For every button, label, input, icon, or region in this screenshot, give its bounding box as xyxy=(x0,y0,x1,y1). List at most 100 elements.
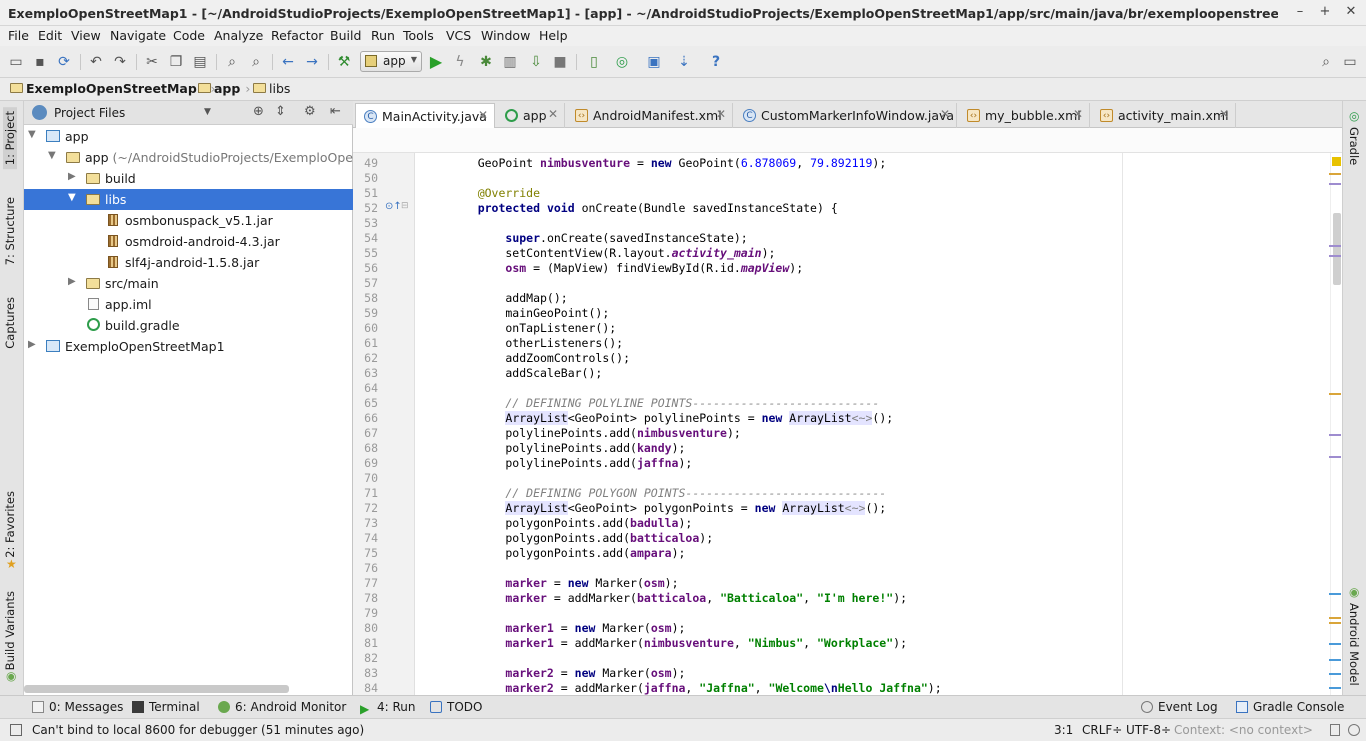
run-icon[interactable]: ▶ xyxy=(426,52,446,72)
menu-view[interactable]: View xyxy=(71,28,101,43)
code-line[interactable]: marker2 = addMarker(jaffna, "Jaffna", "W… xyxy=(450,681,941,695)
menu-file[interactable]: File xyxy=(8,28,29,43)
tool-tab-messages[interactable]: 0: Messages xyxy=(32,700,123,714)
project-view-mode[interactable]: Project Files xyxy=(54,106,125,120)
code-line[interactable]: ArrayList<GeoPoint> polylinePoints = new… xyxy=(450,411,893,425)
tree-item-jar[interactable]: osmbonuspack_v5.1.jar xyxy=(24,210,353,231)
help-icon[interactable]: ? xyxy=(706,52,726,72)
tab-app[interactable]: app ✕ xyxy=(497,103,565,128)
maximize-button[interactable]: + xyxy=(1315,4,1335,22)
menu-window[interactable]: Window xyxy=(481,28,530,43)
collapsed-arrow-icon[interactable]: ▶ xyxy=(28,339,36,350)
tree-item-src-main[interactable]: ▶ src/main xyxy=(24,273,353,294)
code-line[interactable]: otherListeners(); xyxy=(450,336,623,350)
run-configuration-select[interactable]: app ▼ xyxy=(360,51,422,72)
breadcrumb-item-project[interactable]: ExemploOpenStreetMap1 › xyxy=(8,81,215,98)
code-line[interactable]: polygonPoints.add(badulla); xyxy=(450,516,692,530)
undo-icon[interactable]: ↶ xyxy=(86,52,106,72)
lock-icon[interactable] xyxy=(1330,724,1340,736)
code-line[interactable]: // DEFINING POLYGON POINTS--------------… xyxy=(450,486,886,500)
project-structure-icon[interactable]: ▣ xyxy=(644,52,664,72)
editor-scrollbar[interactable] xyxy=(1329,153,1342,695)
tool-tab-gradle[interactable]: Gradle xyxy=(1347,127,1361,165)
code-line[interactable]: setContentView(R.layout.activity_main); xyxy=(450,246,775,260)
stop-icon[interactable]: ■ xyxy=(550,52,570,72)
inspector-icon[interactable] xyxy=(1348,724,1360,736)
tab-main-activity[interactable]: C MainActivity.java ✕ xyxy=(355,103,495,128)
code-line[interactable]: addMap(); xyxy=(450,291,567,305)
tool-tab-favorites[interactable]: 2: Favorites xyxy=(3,491,17,558)
menu-help[interactable]: Help xyxy=(539,28,568,43)
menu-analyze[interactable]: Analyze xyxy=(214,28,263,43)
code-line[interactable]: super.onCreate(savedInstanceState); xyxy=(450,231,747,245)
expanded-arrow-icon[interactable]: ▼ xyxy=(28,129,36,140)
code-editor[interactable]: GeoPoint nimbusventure = new GeoPoint(6.… xyxy=(415,153,1330,695)
tree-item-build[interactable]: ▶ build xyxy=(24,168,353,189)
replace-icon[interactable]: ⌕ xyxy=(246,52,266,72)
minimize-button[interactable]: – xyxy=(1290,4,1310,22)
menu-code[interactable]: Code xyxy=(173,28,205,43)
tab-android-manifest[interactable]: ‹› AndroidManifest.xml ✕ xyxy=(567,103,733,128)
back-icon[interactable]: ← xyxy=(278,52,298,72)
copy-icon[interactable]: ❐ xyxy=(166,52,186,72)
close-icon[interactable]: ✕ xyxy=(478,108,488,122)
menu-vcs[interactable]: VCS xyxy=(446,28,471,43)
apply-changes-icon[interactable]: ϟ xyxy=(450,52,470,72)
caret-position[interactable]: 3:1 xyxy=(1054,723,1073,737)
open-file-icon[interactable]: ▭ xyxy=(1340,52,1360,72)
tab-custom-marker-info-window[interactable]: C CustomMarkerInfoWindow.java ✕ xyxy=(735,103,957,128)
code-line[interactable]: addScaleBar(); xyxy=(450,366,602,380)
code-line[interactable]: marker = new Marker(osm); xyxy=(450,576,678,590)
forward-icon[interactable]: → xyxy=(302,52,322,72)
breadcrumb-item-libs[interactable]: libs xyxy=(251,81,290,98)
make-project-icon[interactable]: ⚒ xyxy=(334,52,354,72)
code-line[interactable]: GeoPoint nimbusventure = new GeoPoint(6.… xyxy=(450,156,887,170)
tree-item-build-gradle[interactable]: build.gradle xyxy=(24,315,353,336)
tool-tab-structure[interactable]: 7: Structure xyxy=(3,197,17,265)
tree-item-jar[interactable]: osmdroid-android-4.3.jar xyxy=(24,231,353,252)
expanded-arrow-icon[interactable]: ▼ xyxy=(48,150,56,161)
close-icon[interactable]: ✕ xyxy=(1073,107,1083,121)
menu-run[interactable]: Run xyxy=(371,28,395,43)
tool-tab-build-variants[interactable]: Build Variants xyxy=(3,591,17,670)
menu-navigate[interactable]: Navigate xyxy=(110,28,166,43)
status-message[interactable]: Can't bind to local 8600 for debugger (5… xyxy=(32,723,364,737)
expanded-arrow-icon[interactable]: ▼ xyxy=(68,192,76,203)
code-line[interactable]: marker2 = new Marker(osm); xyxy=(450,666,685,680)
code-line[interactable]: mainGeoPoint(); xyxy=(450,306,609,320)
code-line[interactable]: @Override xyxy=(450,186,540,200)
tool-tab-project[interactable]: 1: Project xyxy=(3,107,17,170)
code-line[interactable]: polylinePoints.add(jaffna); xyxy=(450,456,692,470)
sdk-manager-icon[interactable]: ⇣ xyxy=(674,52,694,72)
collapse-all-icon[interactable]: ⇕ xyxy=(275,104,286,119)
scrollbar-thumb[interactable] xyxy=(1333,213,1341,285)
code-line[interactable]: marker = addMarker(batticaloa, "Battical… xyxy=(450,591,907,605)
search-everywhere-icon[interactable]: ⌕ xyxy=(1316,52,1336,72)
context-indicator[interactable]: Context: <no context> xyxy=(1174,723,1313,737)
toggle-tool-windows-icon[interactable] xyxy=(10,724,22,736)
code-line[interactable]: polylinePoints.add(kandy); xyxy=(450,441,685,455)
code-line[interactable]: osm = (MapView) findViewById(R.id.mapVie… xyxy=(450,261,803,275)
gear-icon[interactable]: ⚙ xyxy=(304,104,316,119)
tree-item-jar[interactable]: slf4j-android-1.5.8.jar xyxy=(24,252,353,273)
menu-tools[interactable]: Tools xyxy=(403,28,434,43)
code-line[interactable]: ArrayList<GeoPoint> polygonPoints = new … xyxy=(450,501,886,515)
tool-tab-terminal[interactable]: Terminal xyxy=(132,700,200,714)
close-icon[interactable]: ✕ xyxy=(716,107,726,121)
tool-tab-android-monitor[interactable]: 6: Android Monitor xyxy=(218,700,346,714)
code-line[interactable]: polygonPoints.add(batticaloa); xyxy=(450,531,713,545)
close-icon[interactable]: ✕ xyxy=(1219,107,1229,121)
find-icon[interactable]: ⌕ xyxy=(222,52,242,72)
profile-icon[interactable]: ▥ xyxy=(500,52,520,72)
menu-edit[interactable]: Edit xyxy=(38,28,62,43)
close-icon[interactable]: ✕ xyxy=(940,107,950,121)
code-line[interactable]: marker1 = new Marker(osm); xyxy=(450,621,685,635)
inspection-status-icon[interactable] xyxy=(1332,157,1341,166)
code-line[interactable]: marker1 = addMarker(nimbusventure, "Nimb… xyxy=(450,636,907,650)
gradle-sync-icon[interactable]: ◎ xyxy=(612,52,632,72)
redo-icon[interactable]: ↷ xyxy=(110,52,130,72)
tree-item-libs[interactable]: ▼ libs xyxy=(24,189,353,210)
debug-icon[interactable]: ✱ xyxy=(476,52,496,72)
close-button[interactable]: ✕ xyxy=(1341,4,1361,22)
tool-tab-captures[interactable]: Captures xyxy=(3,297,17,349)
